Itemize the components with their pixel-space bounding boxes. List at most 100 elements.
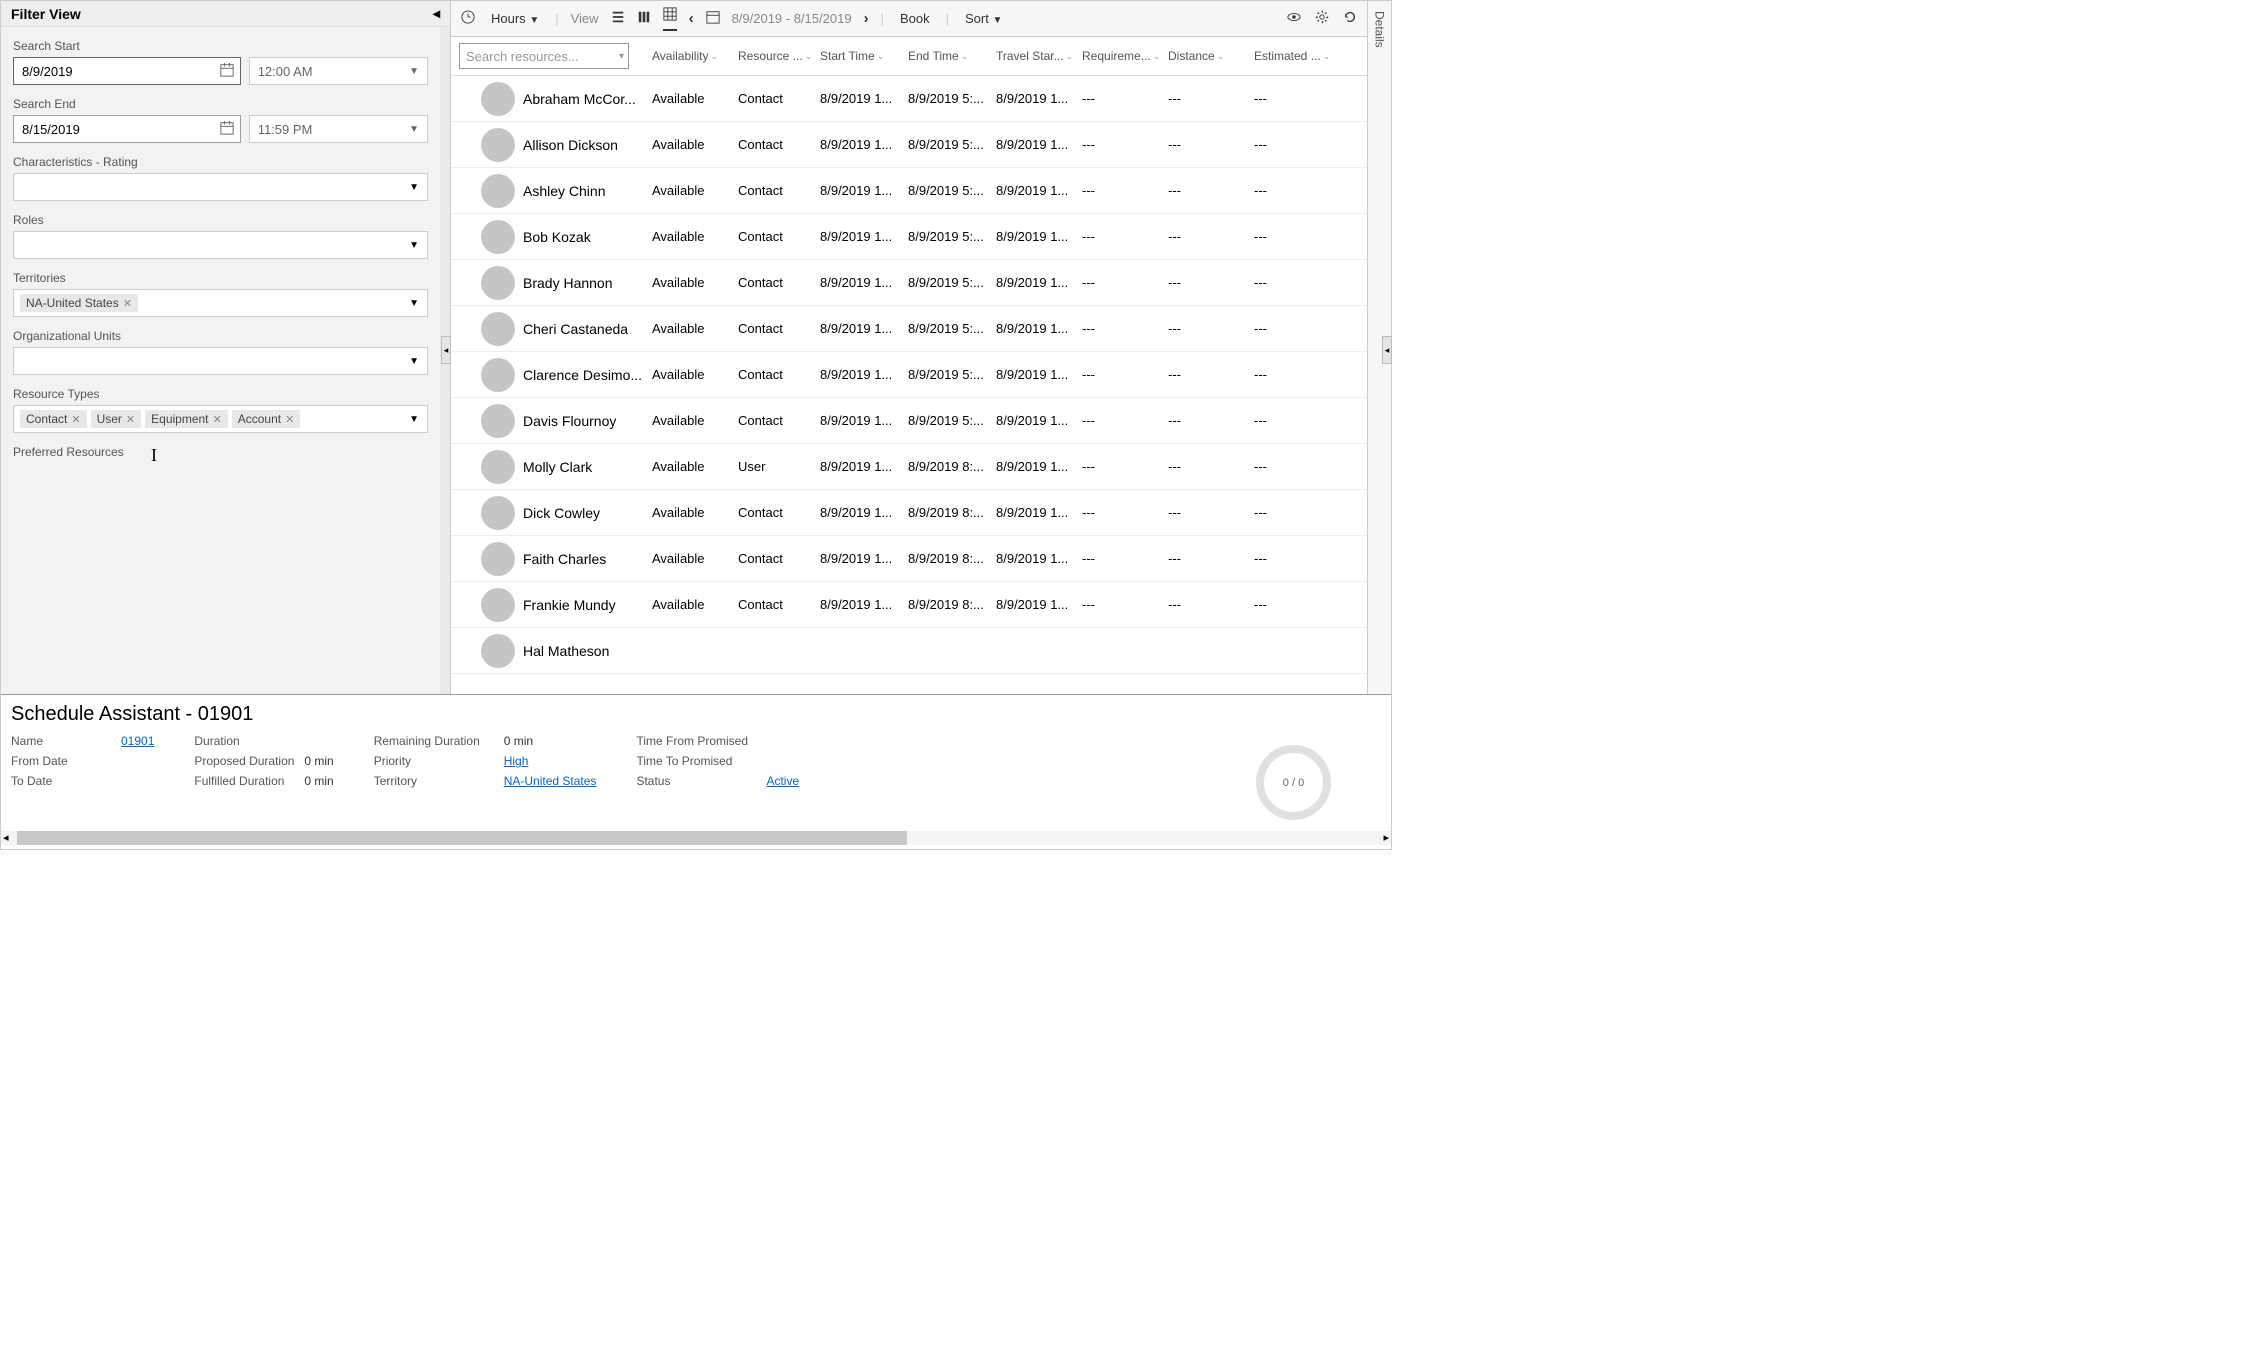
next-icon[interactable]: › — [864, 10, 869, 27]
sort-dropdown[interactable]: Sort ▼ — [961, 9, 1006, 28]
table-row[interactable]: Abraham McCor... Available Contact 8/9/2… — [451, 76, 1367, 122]
table-row[interactable]: Frankie Mundy Available Contact 8/9/2019… — [451, 582, 1367, 628]
eye-icon[interactable] — [1287, 10, 1301, 28]
cell-requirement: --- — [1076, 225, 1162, 248]
from-date-label: From Date — [11, 754, 121, 768]
hours-dropdown[interactable]: Hours ▼ — [487, 9, 543, 28]
resource-type-tag: Equipment✕ — [145, 410, 228, 428]
remove-tag-icon[interactable]: ✕ — [126, 413, 135, 426]
remove-tag-icon[interactable]: ✕ — [71, 413, 80, 426]
avatar — [481, 128, 515, 162]
bottom-title: Schedule Assistant - 01901 — [11, 703, 1381, 726]
cell-end-time: 8/9/2019 5:... — [902, 409, 990, 432]
cell-travel-start: 8/9/2019 1... — [990, 87, 1076, 110]
search-end-date-input[interactable]: 8/15/2019 — [13, 115, 241, 143]
table-row[interactable]: Faith Charles Available Contact 8/9/2019… — [451, 536, 1367, 582]
resource-name: Molly Clark — [523, 459, 592, 475]
scroll-left-icon[interactable]: ◂ — [3, 831, 9, 844]
col-resource[interactable]: Resource ...⌄ — [732, 37, 814, 75]
cell-requirement — [1076, 647, 1162, 655]
col-requirement[interactable]: Requireme...⌄ — [1076, 37, 1162, 75]
table-row[interactable]: Molly Clark Available User 8/9/2019 1...… — [451, 444, 1367, 490]
main-expand-handle[interactable]: ◂ — [1382, 336, 1392, 364]
list-view-icon[interactable] — [611, 10, 625, 28]
table-row[interactable]: Clarence Desimo... Available Contact 8/9… — [451, 352, 1367, 398]
priority-link[interactable]: High — [504, 754, 529, 768]
avatar — [481, 496, 515, 530]
search-resources-input[interactable]: Search resources... ▾ — [459, 43, 629, 69]
prev-icon[interactable]: ‹ — [689, 10, 694, 27]
cell-end-time: 8/9/2019 8:... — [902, 547, 990, 570]
calendar-icon[interactable] — [220, 121, 234, 138]
remove-tag-icon[interactable]: ✕ — [123, 297, 132, 310]
col-travel-start[interactable]: Travel Star...⌄ — [990, 37, 1076, 75]
roles-select[interactable]: ▼ — [13, 231, 428, 259]
table-row[interactable]: Allison Dickson Available Contact 8/9/20… — [451, 122, 1367, 168]
table-row[interactable]: Hal Matheson — [451, 628, 1367, 674]
view-label: View — [571, 11, 599, 26]
table-row[interactable]: Ashley Chinn Available Contact 8/9/2019 … — [451, 168, 1367, 214]
scroll-thumb[interactable] — [17, 831, 907, 845]
status-link[interactable]: Active — [766, 774, 799, 788]
name-link[interactable]: 01901 — [121, 734, 154, 748]
cell-distance: --- — [1162, 225, 1248, 248]
cell-resource: Contact — [732, 409, 814, 432]
column-view-icon[interactable] — [637, 10, 651, 28]
table-row[interactable]: Dick Cowley Available Contact 8/9/2019 1… — [451, 490, 1367, 536]
cell-availability: Available — [646, 455, 732, 478]
territory-link[interactable]: NA-United States — [504, 774, 597, 788]
resource-type-tag: User✕ — [91, 410, 142, 428]
grid-view-icon[interactable] — [663, 7, 677, 31]
book-button[interactable]: Book — [896, 9, 934, 28]
table-row[interactable]: Brady Hannon Available Contact 8/9/2019 … — [451, 260, 1367, 306]
bottom-hscrollbar[interactable]: ◂ ▸ — [1, 831, 1391, 845]
table-row[interactable]: Davis Flournoy Available Contact 8/9/201… — [451, 398, 1367, 444]
cell-availability: Available — [646, 133, 732, 156]
col-estimated[interactable]: Estimated ...⌄ — [1248, 37, 1334, 75]
characteristics-select[interactable]: ▼ — [13, 173, 428, 201]
col-start-time[interactable]: Start Time⌄ — [814, 37, 902, 75]
cell-requirement: --- — [1076, 409, 1162, 432]
remove-tag-icon[interactable]: ✕ — [213, 413, 222, 426]
cell-travel-start: 8/9/2019 1... — [990, 271, 1076, 294]
avatar — [481, 220, 515, 254]
resource-types-select[interactable]: Contact✕ User✕ Equipment✕ Account✕ ▼ — [13, 405, 428, 433]
remove-tag-icon[interactable]: ✕ — [285, 413, 294, 426]
collapse-filter-icon[interactable]: ◂ — [433, 5, 440, 22]
cell-availability: Available — [646, 409, 732, 432]
gear-icon[interactable] — [1315, 10, 1329, 28]
resource-name: Cheri Castaneda — [523, 321, 628, 337]
cell-end-time: 8/9/2019 8:... — [902, 593, 990, 616]
fulfilled-duration-value: 0 min — [304, 774, 333, 788]
resource-name: Davis Flournoy — [523, 413, 616, 429]
filter-expand-handle[interactable]: ◂ — [441, 336, 451, 364]
cell-resource: Contact — [732, 87, 814, 110]
search-end-time-input[interactable]: 11:59 PM ▼ — [249, 115, 428, 143]
cell-travel-start: 8/9/2019 1... — [990, 455, 1076, 478]
table-row[interactable]: Cheri Castaneda Available Contact 8/9/20… — [451, 306, 1367, 352]
avatar — [481, 312, 515, 346]
roles-label: Roles — [13, 213, 428, 227]
org-units-select[interactable]: ▼ — [13, 347, 428, 375]
territory-label: Territory — [374, 774, 504, 788]
territories-select[interactable]: NA-United States✕ ▼ — [13, 289, 428, 317]
search-start-time-input[interactable]: 12:00 AM ▼ — [249, 57, 428, 85]
clock-icon — [461, 10, 475, 28]
resource-name: Bob Kozak — [523, 229, 591, 245]
calendar-icon[interactable] — [220, 63, 234, 80]
date-picker-icon[interactable] — [706, 10, 720, 28]
scroll-right-icon[interactable]: ▸ — [1383, 831, 1389, 844]
resource-name: Frankie Mundy — [523, 597, 616, 613]
cell-resource — [732, 647, 814, 655]
resource-type-tag: Account✕ — [232, 410, 301, 428]
search-start-date-input[interactable]: 8/9/2019 — [13, 57, 241, 85]
col-distance[interactable]: Distance⌄ — [1162, 37, 1248, 75]
cell-start-time: 8/9/2019 1... — [814, 409, 902, 432]
refresh-icon[interactable] — [1343, 10, 1357, 28]
col-availability[interactable]: Availability⌄ — [646, 37, 732, 75]
chevron-down-icon: ▼ — [409, 66, 419, 77]
resource-name: Ashley Chinn — [523, 183, 606, 199]
col-end-time[interactable]: End Time⌄ — [902, 37, 990, 75]
remaining-duration-label: Remaining Duration — [374, 734, 504, 748]
table-row[interactable]: Bob Kozak Available Contact 8/9/2019 1..… — [451, 214, 1367, 260]
